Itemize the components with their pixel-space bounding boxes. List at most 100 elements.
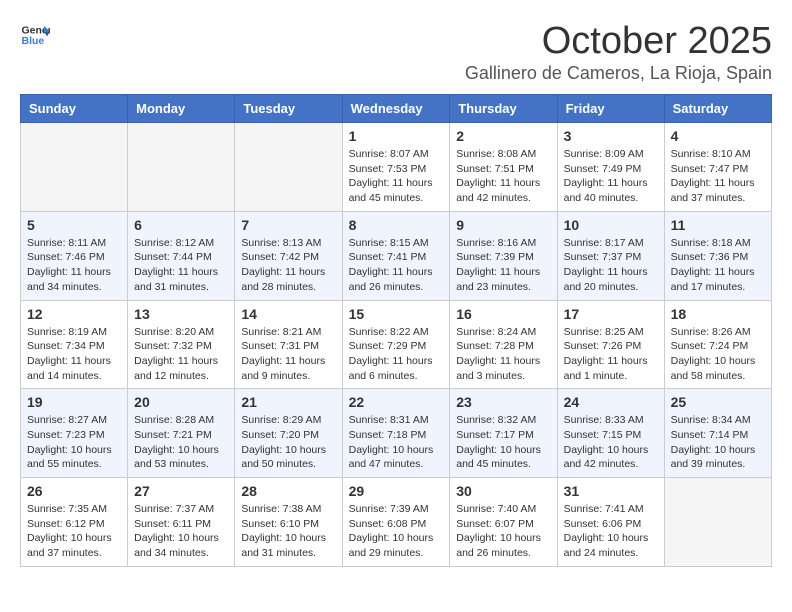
calendar-day-cell: 25Sunrise: 8:34 AM Sunset: 7:14 PM Dayli… bbox=[664, 389, 771, 478]
day-number: 2 bbox=[456, 128, 550, 144]
calendar-day-cell: 26 Sunrise: 7:35 AM Sunset: 6:12 PM Dayli… bbox=[21, 478, 128, 567]
calendar-day-cell: 10 Sunrise: 8:17 AM Sunset: 7:37 PM Dayli… bbox=[557, 211, 664, 300]
calendar-day-cell: 30Sunrise: 7:40 AM Sunset: 6:07 PM Dayli… bbox=[450, 478, 557, 567]
day-info: Sunrise: 8:12 AM Sunset: 7:44 PM Dayligh… bbox=[134, 236, 228, 295]
day-number: 16 bbox=[456, 306, 550, 322]
day-info: Sunrise: 8:22 AM Sunset: 7:29 PM Dayligh… bbox=[349, 325, 444, 384]
calendar-day-cell: 11Sunrise: 8:18 AM Sunset: 7:36 PM Dayli… bbox=[664, 211, 771, 300]
day-info: Sunrise: 8:33 AM Sunset: 7:15 PM Dayligh… bbox=[564, 413, 658, 472]
day-info: Sunrise: 8:11 AM Sunset: 7:46 PM Dayligh… bbox=[27, 236, 121, 295]
day-info: Sunrise: 7:35 AM Sunset: 6:12 PM Dayligh… bbox=[27, 502, 121, 561]
calendar-day-cell: 12 Sunrise: 8:19 AM Sunset: 7:34 PM Dayli… bbox=[21, 300, 128, 389]
page-header: General Blue October 2025 Gallinero de C… bbox=[20, 20, 772, 84]
calendar-week-row: 5Sunrise: 8:11 AM Sunset: 7:46 PM Daylig… bbox=[21, 211, 772, 300]
calendar-week-row: 19 Sunrise: 8:27 AM Sunset: 7:23 PM Dayli… bbox=[21, 389, 772, 478]
calendar-week-row: 26 Sunrise: 7:35 AM Sunset: 6:12 PM Dayli… bbox=[21, 478, 772, 567]
day-of-week-header: Monday bbox=[128, 95, 235, 123]
day-info: Sunrise: 8:13 AM Sunset: 7:42 PM Dayligh… bbox=[241, 236, 335, 295]
day-number: 23 bbox=[456, 394, 550, 410]
day-of-week-header: Friday bbox=[557, 95, 664, 123]
day-number: 18 bbox=[671, 306, 765, 322]
day-info: Sunrise: 7:41 AM Sunset: 6:06 PM Dayligh… bbox=[564, 502, 658, 561]
day-number: 6 bbox=[134, 217, 228, 233]
calendar-day-cell: 1Sunrise: 8:07 AM Sunset: 7:53 PM Daylig… bbox=[342, 123, 450, 212]
day-info: Sunrise: 8:29 AM Sunset: 7:20 PM Dayligh… bbox=[241, 413, 335, 472]
day-number: 7 bbox=[241, 217, 335, 233]
day-info: Sunrise: 7:39 AM Sunset: 6:08 PM Dayligh… bbox=[349, 502, 444, 561]
day-number: 14 bbox=[241, 306, 335, 322]
calendar-day-cell: 18 Sunrise: 8:26 AM Sunset: 7:24 PM Dayli… bbox=[664, 300, 771, 389]
day-info: Sunrise: 8:27 AM Sunset: 7:23 PM Dayligh… bbox=[27, 413, 121, 472]
calendar-day-cell: 20Sunrise: 8:28 AM Sunset: 7:21 PM Dayli… bbox=[128, 389, 235, 478]
day-info: Sunrise: 7:40 AM Sunset: 6:07 PM Dayligh… bbox=[456, 502, 550, 561]
day-info: Sunrise: 8:15 AM Sunset: 7:41 PM Dayligh… bbox=[349, 236, 444, 295]
calendar-day-cell: 16 Sunrise: 8:24 AM Sunset: 7:28 PM Dayli… bbox=[450, 300, 557, 389]
calendar-day-cell: 27 Sunrise: 7:37 AM Sunset: 6:11 PM Dayli… bbox=[128, 478, 235, 567]
day-number: 28 bbox=[241, 483, 335, 499]
calendar-table: SundayMondayTuesdayWednesdayThursdayFrid… bbox=[20, 94, 772, 567]
calendar-day-cell: 2 Sunrise: 8:08 AM Sunset: 7:51 PM Daylig… bbox=[450, 123, 557, 212]
calendar-day-cell: 31 Sunrise: 7:41 AM Sunset: 6:06 PM Dayli… bbox=[557, 478, 664, 567]
day-number: 4 bbox=[671, 128, 765, 144]
day-number: 25 bbox=[671, 394, 765, 410]
day-info: Sunrise: 7:37 AM Sunset: 6:11 PM Dayligh… bbox=[134, 502, 228, 561]
day-number: 10 bbox=[564, 217, 658, 233]
day-number: 12 bbox=[27, 306, 121, 322]
day-number: 29 bbox=[349, 483, 444, 499]
calendar-header-row: SundayMondayTuesdayWednesdayThursdayFrid… bbox=[21, 95, 772, 123]
day-number: 31 bbox=[564, 483, 658, 499]
day-info: Sunrise: 8:17 AM Sunset: 7:37 PM Dayligh… bbox=[564, 236, 658, 295]
day-number: 24 bbox=[564, 394, 658, 410]
calendar-day-cell: 28 Sunrise: 7:38 AM Sunset: 6:10 PM Dayli… bbox=[235, 478, 342, 567]
day-info: Sunrise: 8:25 AM Sunset: 7:26 PM Dayligh… bbox=[564, 325, 658, 384]
day-info: Sunrise: 8:07 AM Sunset: 7:53 PM Dayligh… bbox=[349, 147, 444, 206]
day-number: 26 bbox=[27, 483, 121, 499]
day-number: 19 bbox=[27, 394, 121, 410]
logo: General Blue bbox=[20, 20, 50, 50]
day-info: Sunrise: 8:19 AM Sunset: 7:34 PM Dayligh… bbox=[27, 325, 121, 384]
day-number: 27 bbox=[134, 483, 228, 499]
day-number: 21 bbox=[241, 394, 335, 410]
day-number: 22 bbox=[349, 394, 444, 410]
calendar-day-cell: 19 Sunrise: 8:27 AM Sunset: 7:23 PM Dayli… bbox=[21, 389, 128, 478]
calendar-day-cell: 22 Sunrise: 8:31 AM Sunset: 7:18 PM Dayli… bbox=[342, 389, 450, 478]
day-number: 9 bbox=[456, 217, 550, 233]
day-info: Sunrise: 8:10 AM Sunset: 7:47 PM Dayligh… bbox=[671, 147, 765, 206]
day-info: Sunrise: 8:31 AM Sunset: 7:18 PM Dayligh… bbox=[349, 413, 444, 472]
day-of-week-header: Tuesday bbox=[235, 95, 342, 123]
calendar-day-cell: 21 Sunrise: 8:29 AM Sunset: 7:20 PM Dayli… bbox=[235, 389, 342, 478]
calendar-week-row: 1Sunrise: 8:07 AM Sunset: 7:53 PM Daylig… bbox=[21, 123, 772, 212]
calendar-day-cell: 9 Sunrise: 8:16 AM Sunset: 7:39 PM Daylig… bbox=[450, 211, 557, 300]
calendar-day-cell: 3Sunrise: 8:09 AM Sunset: 7:49 PM Daylig… bbox=[557, 123, 664, 212]
day-info: Sunrise: 8:08 AM Sunset: 7:51 PM Dayligh… bbox=[456, 147, 550, 206]
day-of-week-header: Saturday bbox=[664, 95, 771, 123]
svg-text:Blue: Blue bbox=[22, 35, 45, 47]
day-info: Sunrise: 7:38 AM Sunset: 6:10 PM Dayligh… bbox=[241, 502, 335, 561]
calendar-day-cell: 13 Sunrise: 8:20 AM Sunset: 7:32 PM Dayli… bbox=[128, 300, 235, 389]
calendar-day-cell: 29 Sunrise: 7:39 AM Sunset: 6:08 PM Dayli… bbox=[342, 478, 450, 567]
day-number: 15 bbox=[349, 306, 444, 322]
day-info: Sunrise: 8:18 AM Sunset: 7:36 PM Dayligh… bbox=[671, 236, 765, 295]
day-info: Sunrise: 8:16 AM Sunset: 7:39 PM Dayligh… bbox=[456, 236, 550, 295]
calendar-day-cell: 6 Sunrise: 8:12 AM Sunset: 7:44 PM Daylig… bbox=[128, 211, 235, 300]
day-of-week-header: Sunday bbox=[21, 95, 128, 123]
calendar-day-cell: 8 Sunrise: 8:15 AM Sunset: 7:41 PM Daylig… bbox=[342, 211, 450, 300]
day-info: Sunrise: 8:24 AM Sunset: 7:28 PM Dayligh… bbox=[456, 325, 550, 384]
day-info: Sunrise: 8:26 AM Sunset: 7:24 PM Dayligh… bbox=[671, 325, 765, 384]
month-title: October 2025 bbox=[465, 20, 772, 63]
day-info: Sunrise: 8:21 AM Sunset: 7:31 PM Dayligh… bbox=[241, 325, 335, 384]
calendar-day-cell: 7 Sunrise: 8:13 AM Sunset: 7:42 PM Daylig… bbox=[235, 211, 342, 300]
day-number: 13 bbox=[134, 306, 228, 322]
calendar-day-cell: 5Sunrise: 8:11 AM Sunset: 7:46 PM Daylig… bbox=[21, 211, 128, 300]
day-number: 8 bbox=[349, 217, 444, 233]
day-number: 20 bbox=[134, 394, 228, 410]
day-of-week-header: Thursday bbox=[450, 95, 557, 123]
calendar-week-row: 12 Sunrise: 8:19 AM Sunset: 7:34 PM Dayli… bbox=[21, 300, 772, 389]
calendar-day-cell bbox=[664, 478, 771, 567]
day-number: 17 bbox=[564, 306, 658, 322]
calendar-day-cell bbox=[21, 123, 128, 212]
location-title: Gallinero de Cameros, La Rioja, Spain bbox=[465, 63, 772, 84]
calendar-day-cell: 15 Sunrise: 8:22 AM Sunset: 7:29 PM Dayli… bbox=[342, 300, 450, 389]
calendar-day-cell: 14 Sunrise: 8:21 AM Sunset: 7:31 PM Dayli… bbox=[235, 300, 342, 389]
day-info: Sunrise: 8:20 AM Sunset: 7:32 PM Dayligh… bbox=[134, 325, 228, 384]
